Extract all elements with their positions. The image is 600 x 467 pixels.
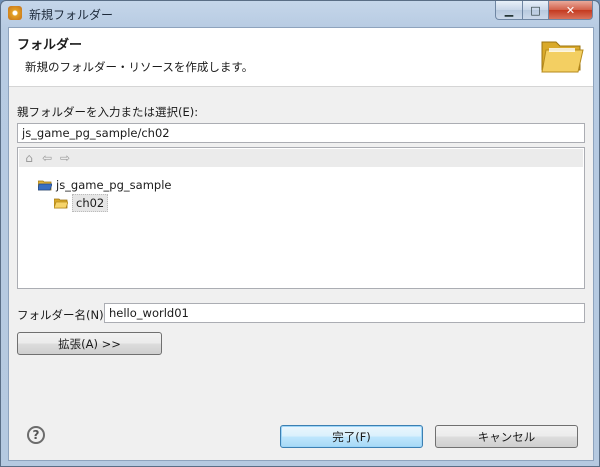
- home-icon[interactable]: ⌂: [22, 151, 36, 165]
- tree-toolbar: ⌂ ⇦ ⇨: [19, 149, 583, 167]
- help-icon[interactable]: ?: [27, 426, 45, 444]
- dialog-body: フォルダー 新規のフォルダー・リソースを作成します。 親フォルダーを入力または選…: [8, 27, 594, 461]
- eclipse-app-icon: [8, 6, 22, 20]
- parent-folder-input[interactable]: js_game_pg_sample/ch02: [17, 123, 585, 143]
- folder-open-icon: [541, 41, 584, 73]
- finish-button[interactable]: 完了(F): [280, 425, 423, 448]
- title-bar[interactable]: 新規フォルダー ▁ □ ✕: [1, 1, 599, 25]
- tree-item-label: js_game_pg_sample: [56, 178, 172, 192]
- page-title: フォルダー: [17, 38, 83, 53]
- maximize-button[interactable]: □: [523, 1, 549, 20]
- folder-name-label: フォルダー名(N):: [17, 308, 108, 322]
- maximize-icon: □: [530, 3, 541, 17]
- advanced-button[interactable]: 拡張(A) >>: [17, 332, 162, 355]
- window-title: 新規フォルダー: [29, 8, 114, 22]
- dialog-window: 新規フォルダー ▁ □ ✕ フォルダー 新規のフォルダー・リソースを作成します。…: [0, 0, 600, 467]
- tree-item-ch02[interactable]: ch02: [54, 194, 109, 212]
- forward-arrow-icon[interactable]: ⇨: [58, 151, 72, 165]
- folder-name-input[interactable]: hello_world01: [104, 303, 585, 323]
- tree-item-project[interactable]: js_game_pg_sample: [38, 177, 171, 193]
- tree-item-label: ch02: [72, 194, 109, 212]
- close-icon: ✕: [565, 3, 576, 17]
- page-description: 新規のフォルダー・リソースを作成します。: [25, 60, 254, 74]
- back-arrow-icon[interactable]: ⇦: [40, 151, 54, 165]
- header-banner: フォルダー 新規のフォルダー・リソースを作成します。: [9, 28, 593, 87]
- minimize-icon: ▁: [504, 3, 514, 17]
- project-folder-icon: [38, 180, 52, 190]
- folder-tree[interactable]: ⌂ ⇦ ⇨ js_game_pg_sample ch02: [17, 147, 585, 289]
- close-button[interactable]: ✕: [549, 1, 593, 20]
- parent-folder-label: 親フォルダーを入力または選択(E):: [17, 105, 199, 119]
- folder-open-icon: [54, 198, 68, 208]
- cancel-button[interactable]: キャンセル: [435, 425, 578, 448]
- minimize-button[interactable]: ▁: [495, 1, 523, 20]
